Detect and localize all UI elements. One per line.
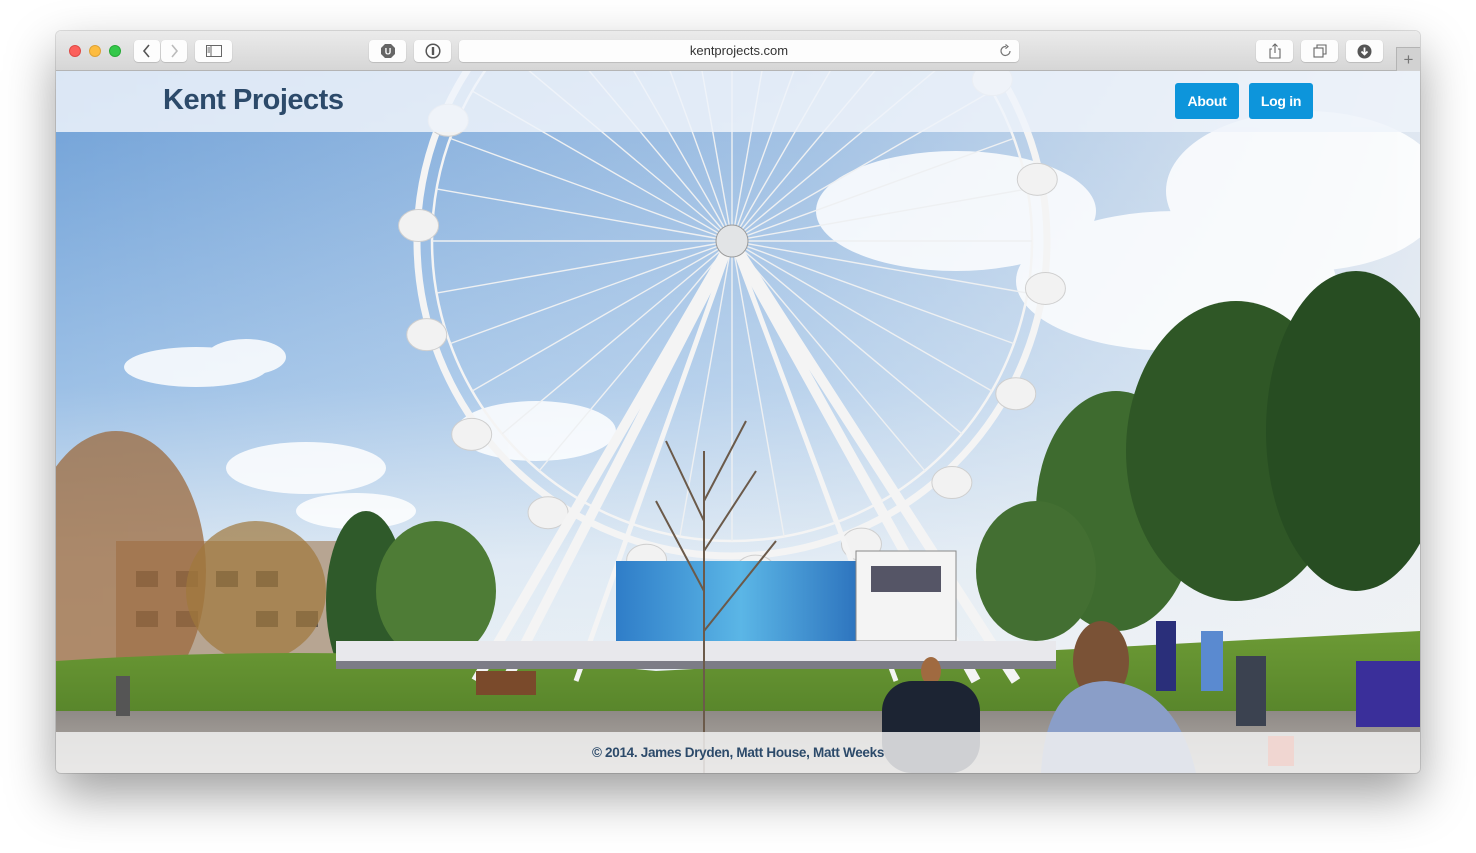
site-header: Kent Projects About Log in: [56, 71, 1420, 132]
ublock-icon: U: [380, 44, 395, 58]
url-text: kentprojects.com: [689, 43, 789, 58]
back-button[interactable]: [134, 40, 160, 62]
browser-toolbar: U kentprojects.com +: [56, 31, 1420, 71]
download-icon: [1357, 44, 1372, 58]
wheel-gondola: [931, 466, 973, 500]
browser-window: U kentprojects.com + Kent Projects About…: [56, 31, 1420, 773]
reload-button[interactable]: [999, 43, 1013, 65]
hero-background-image: [56, 71, 1420, 773]
about-button[interactable]: About: [1175, 83, 1239, 119]
wheel-gondola: [1016, 162, 1058, 196]
svg-text:U: U: [384, 47, 391, 57]
share-button[interactable]: [1256, 40, 1293, 62]
1password-extension-button[interactable]: [414, 40, 451, 62]
wheel-gondola: [406, 318, 448, 352]
new-tab-button[interactable]: +: [1396, 47, 1420, 71]
wheel-gondola: [398, 209, 440, 243]
address-bar[interactable]: kentprojects.com: [459, 40, 1019, 62]
copyright-text: © 2014. James Dryden, Matt House, Matt W…: [591, 745, 885, 760]
site-logo[interactable]: Kent Projects: [163, 84, 344, 117]
wheel-gondola: [451, 417, 493, 451]
downloads-button[interactable]: [1346, 40, 1383, 62]
sidebar-icon: [205, 45, 222, 57]
chevron-right-icon: [171, 44, 179, 58]
site-footer: © 2014. James Dryden, Matt House, Matt W…: [56, 732, 1420, 773]
login-button[interactable]: Log in: [1249, 83, 1313, 119]
wheel-gondola: [995, 377, 1037, 411]
close-window-button[interactable]: [69, 45, 81, 57]
chevron-left-icon: [142, 44, 150, 58]
plus-icon: +: [1403, 49, 1414, 69]
tab-overview-button[interactable]: [1301, 40, 1338, 62]
zoom-window-button[interactable]: [109, 45, 121, 57]
forward-button[interactable]: [161, 40, 187, 62]
sidebar-button[interactable]: [195, 40, 232, 62]
minimize-window-button[interactable]: [89, 45, 101, 57]
share-icon: [1268, 43, 1281, 59]
page-content: Kent Projects About Log in © 2014. James…: [56, 71, 1420, 773]
tabs-overview-icon: [1312, 44, 1327, 58]
reload-icon: [1000, 44, 1011, 57]
ublock-extension-button[interactable]: U: [369, 40, 406, 62]
wheel-gondola: [1024, 271, 1066, 305]
1password-icon: [424, 43, 441, 59]
